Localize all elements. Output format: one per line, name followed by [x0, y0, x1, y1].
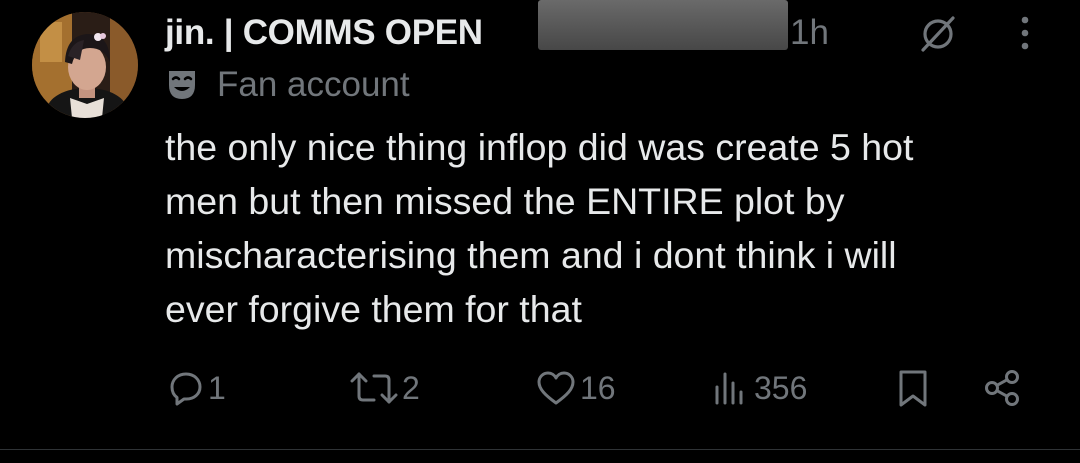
- reply-button[interactable]: 1: [168, 360, 226, 416]
- divider: [0, 449, 1080, 450]
- reply-icon: [168, 370, 204, 406]
- post[interactable]: jin. | COMMS OPEN 1h Fan account the onl…: [0, 0, 1080, 463]
- display-name[interactable]: jin. | COMMS OPEN: [165, 13, 483, 53]
- post-text-line: ever forgive them for that: [165, 288, 582, 330]
- share-button[interactable]: [982, 360, 1022, 416]
- like-count: 16: [580, 369, 616, 406]
- account-label[interactable]: Fan account: [165, 63, 410, 107]
- grok-icon[interactable]: [915, 10, 961, 56]
- heart-icon: [536, 370, 576, 406]
- timestamp[interactable]: 1h: [790, 10, 829, 56]
- theater-mask-icon: [165, 68, 199, 102]
- view-count: 356: [754, 369, 808, 406]
- post-text-line: mischaracterising them and i dont think …: [165, 234, 897, 276]
- analytics-icon: [710, 370, 750, 406]
- bookmark-icon: [895, 368, 931, 408]
- label-text: Fan account: [217, 65, 410, 104]
- post-header: jin. | COMMS OPEN: [165, 10, 483, 56]
- post-text: the only nice thing inflop did was creat…: [165, 120, 1055, 336]
- repost-button[interactable]: 2: [350, 360, 420, 416]
- repost-icon: [350, 370, 398, 406]
- post-text-line: the only nice thing inflop did was creat…: [165, 126, 914, 168]
- repost-count: 2: [402, 369, 420, 406]
- post-text-line: men but then missed the ENTIRE plot by: [165, 180, 845, 222]
- more-icon[interactable]: [1012, 12, 1038, 56]
- share-icon: [982, 368, 1022, 408]
- profile-avatar[interactable]: [32, 12, 138, 118]
- reply-count: 1: [208, 369, 226, 406]
- views-button[interactable]: 356: [710, 360, 807, 416]
- like-button[interactable]: 16: [536, 360, 616, 416]
- action-bar: 1 2 16 356: [0, 360, 1080, 416]
- bookmark-button[interactable]: [895, 360, 931, 416]
- redacted-handle: [538, 0, 788, 50]
